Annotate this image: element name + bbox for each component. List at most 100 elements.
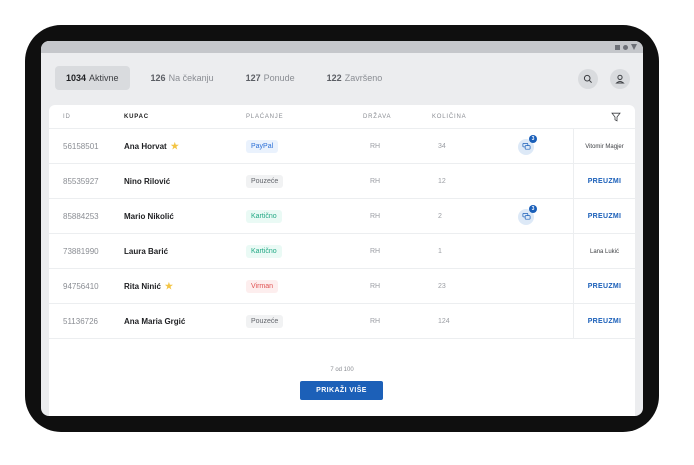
tab-label: Završeno <box>344 73 383 83</box>
table-row[interactable]: 56158501 Ana Horvat ★ PayPal RH 34 3 Vitomir Ma… <box>49 129 635 164</box>
star-icon: ★ <box>170 141 179 151</box>
message-count-badge: 3 <box>529 134 537 143</box>
customer-name-text: Laura Barić <box>124 247 169 256</box>
column-id: ID <box>63 114 71 120</box>
payment-badge: Virman <box>246 280 279 293</box>
assignee-name: Vitomir Magjer <box>585 143 624 150</box>
country: RH <box>370 318 381 325</box>
action-cell: Vitomir Magjer <box>573 129 635 164</box>
tab-zavrseno[interactable]: 122 Završeno <box>316 66 394 90</box>
star-icon: ★ <box>164 281 173 291</box>
messages-button[interactable]: 3 <box>518 134 537 155</box>
payment-badge: Pouzeće <box>246 315 284 328</box>
chat-icon <box>522 142 530 150</box>
filter-icon[interactable] <box>611 112 621 122</box>
table-row[interactable]: 51136726 Ana Maria Grgić Pouzeće RH 124 PREUZ… <box>49 304 635 339</box>
quantity: 12 <box>438 178 446 185</box>
tab-label: Na čekanju <box>168 73 214 83</box>
payment-method: Pouzeće <box>246 304 284 339</box>
order-id: 85884253 <box>63 212 99 221</box>
tab-na-cekanju[interactable]: 126 Na čekanju <box>140 66 225 90</box>
order-id: 73881990 <box>63 247 99 256</box>
order-id: 85535927 <box>63 177 99 186</box>
customer-name-text: Nino Rilović <box>124 177 171 186</box>
country: RH <box>370 178 381 185</box>
status-tabs: 1034 Aktivne 126 Na čekanju 127 Ponude 1… <box>55 66 403 90</box>
show-more-button[interactable]: PRIKAŽI VIŠE <box>300 381 383 400</box>
column-drzava: DRŽAVA <box>363 114 392 120</box>
status-icons <box>615 44 637 50</box>
table-row[interactable]: 94756410 Rita Ninić ★ Virman RH 23 PREUZMI <box>49 269 635 304</box>
messages-cell: 3 <box>518 199 537 234</box>
payment-method: Kartično <box>246 199 282 234</box>
customer-name: Rita Ninić ★ <box>124 269 173 304</box>
table-row[interactable]: 85884253 Mario Nikolić Kartično RH 2 3 PREUZMI <box>49 199 635 234</box>
tablet-frame: 1034 Aktivne 126 Na čekanju 127 Ponude 1… <box>25 25 659 432</box>
table-row[interactable]: 73881990 Laura Barić Kartično RH 1 Lana Lukić <box>49 234 635 269</box>
tab-ponude[interactable]: 127 Ponude <box>235 66 306 90</box>
order-id: 51136726 <box>63 317 98 326</box>
order-id: 94756410 <box>63 282 99 291</box>
messages-button[interactable]: 3 <box>518 204 537 225</box>
action-cell: PREUZMI <box>573 199 635 234</box>
status-bar <box>41 41 643 53</box>
action-cell: PREUZMI <box>573 164 635 199</box>
customer-name: Mario Nikolić <box>124 199 174 234</box>
country: RH <box>370 283 381 290</box>
payment-method: PayPal <box>246 129 279 164</box>
tab-count: 122 <box>326 73 342 83</box>
customer-name: Laura Barić <box>124 234 168 269</box>
country: RH <box>370 143 381 150</box>
user-button[interactable] <box>610 69 630 89</box>
quantity: 1 <box>438 248 442 255</box>
payment-method: Pouzeće <box>246 164 284 199</box>
take-button[interactable]: PREUZMI <box>588 283 622 290</box>
action-cell: PREUZMI <box>573 269 635 304</box>
tab-label: Aktivne <box>89 73 119 83</box>
tab-label: Ponude <box>263 73 295 83</box>
payment-method: Kartično <box>246 234 282 269</box>
customer-name-text: Mario Nikolić <box>124 212 174 221</box>
assignee-name: Lana Lukić <box>589 248 620 255</box>
chat-icon <box>522 212 530 220</box>
customer-name: Ana Maria Grgić <box>124 304 185 339</box>
column-kupac: KUPAC <box>124 114 149 120</box>
message-count-badge: 3 <box>529 204 537 213</box>
tab-count: 126 <box>150 73 166 83</box>
wifi-icon <box>623 44 628 50</box>
user-icon <box>615 74 625 84</box>
payment-badge: Kartično <box>246 245 282 258</box>
order-id: 56158501 <box>63 142 99 151</box>
take-button[interactable]: PREUZMI <box>588 213 622 220</box>
table-row[interactable]: 85535927 Nino Rilović Pouzeće RH 12 PREUZMI <box>49 164 635 199</box>
action-cell: Lana Lukić <box>573 234 635 269</box>
country: RH <box>370 213 381 220</box>
customer-name-text: Ana Maria Grgić <box>124 317 186 326</box>
take-button[interactable]: PREUZMI <box>588 318 622 325</box>
take-button[interactable]: PREUZMI <box>588 178 622 185</box>
quantity: 23 <box>438 283 446 290</box>
table-header: ID KUPAC PLAĆANJE DRŽAVA KOLIČINA <box>49 105 635 129</box>
tab-aktivne[interactable]: 1034 Aktivne <box>55 66 130 90</box>
column-placanje: PLAĆANJE <box>246 114 284 120</box>
screen: 1034 Aktivne 126 Na čekanju 127 Ponude 1… <box>41 41 643 416</box>
signal-icon <box>615 44 620 50</box>
tab-count: 127 <box>245 73 261 83</box>
action-cell: PREUZMI <box>573 304 635 339</box>
customer-name-text: Ana Horvat <box>124 142 167 151</box>
search-icon <box>583 74 592 83</box>
search-button[interactable] <box>578 69 598 89</box>
messages-cell: 3 <box>518 129 537 164</box>
tab-count: 1034 <box>66 73 87 83</box>
customer-name: Ana Horvat ★ <box>124 129 179 164</box>
quantity: 2 <box>438 213 442 220</box>
quantity: 34 <box>438 143 446 150</box>
pagination-info: 7 od 100 <box>330 367 354 373</box>
country: RH <box>370 248 381 255</box>
column-kolicina: KOLIČINA <box>432 114 467 120</box>
battery-icon <box>631 44 637 50</box>
quantity: 124 <box>438 318 450 325</box>
customer-name: Nino Rilović <box>124 164 170 199</box>
payment-badge: PayPal <box>246 140 279 153</box>
payment-badge: Pouzeće <box>246 175 284 188</box>
